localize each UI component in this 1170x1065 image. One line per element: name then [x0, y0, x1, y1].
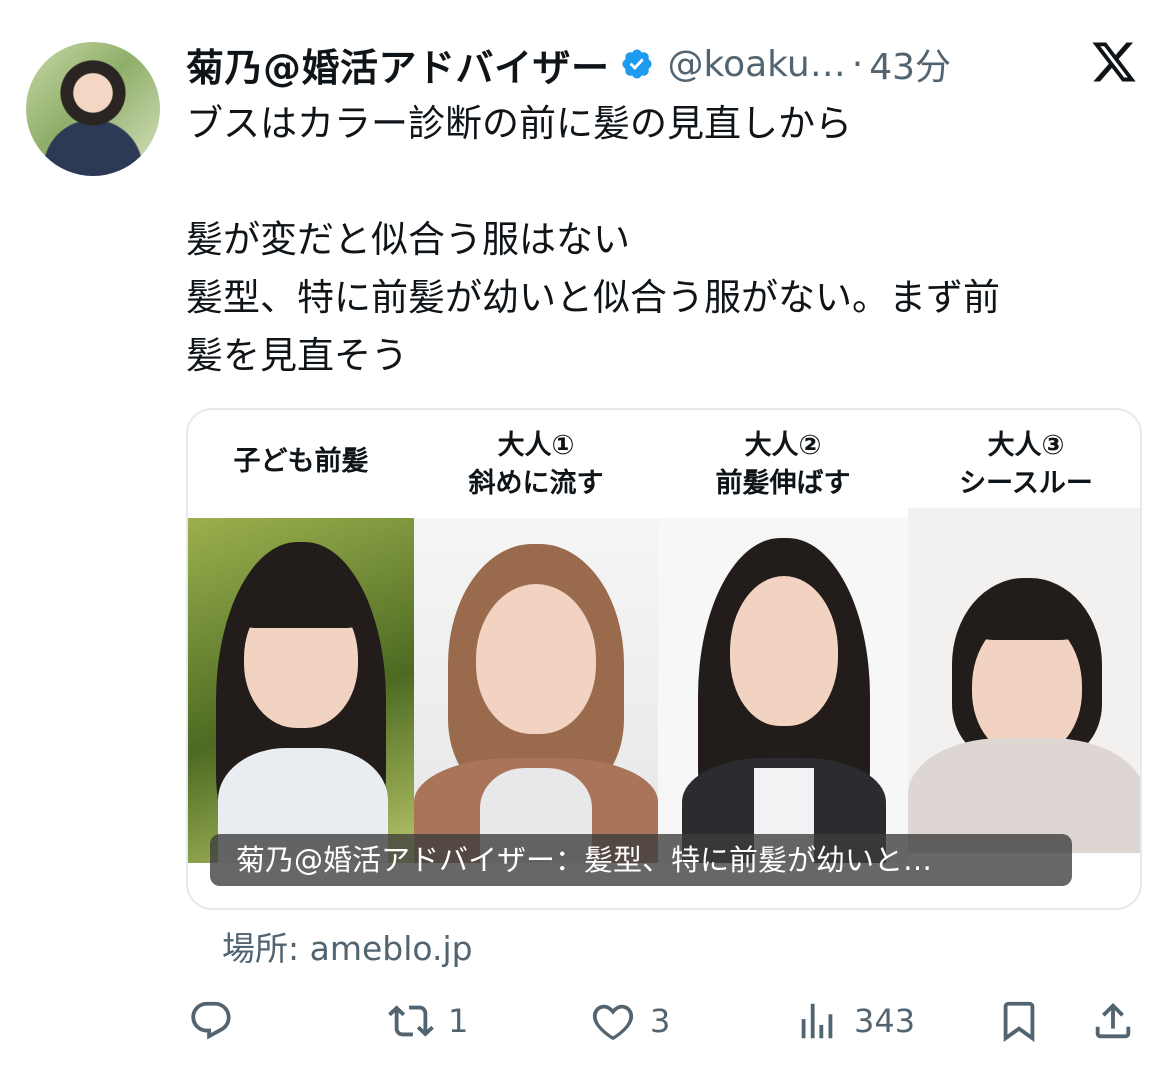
link-card[interactable]: 子ども前髪 大人① 斜めに流す 大人② 前髪伸ばす 大人③ シースルー 菊乃@婚… — [186, 408, 1142, 910]
column-label: 前髪伸ばす — [715, 468, 851, 499]
column-label: 斜めに流す — [468, 468, 604, 499]
views-icon — [801, 1003, 833, 1039]
views-count: 343 — [854, 1002, 916, 1040]
action-bar: 1 3 343 — [0, 990, 1170, 1052]
card-caption: 菊乃@婚活アドバイザー：髪型、特に前髪が幼いと… — [210, 834, 1072, 886]
column-label: シースルー — [959, 468, 1093, 499]
retweet-button[interactable]: 1 — [388, 990, 468, 1052]
photo-adult-3 — [908, 508, 1140, 853]
tweet-text-line: 髪を見直そう — [186, 334, 408, 377]
retweet-count: 1 — [448, 1002, 469, 1040]
column-label: 大人③ — [987, 430, 1065, 461]
handle[interactable]: @koaku… — [668, 44, 846, 85]
like-button[interactable]: 3 — [590, 990, 670, 1052]
bookmark-button[interactable] — [996, 990, 1042, 1052]
share-button[interactable] — [1090, 990, 1136, 1052]
column-label: 子ども前髪 — [233, 446, 369, 477]
column-label: 大人② — [744, 430, 822, 461]
card-source[interactable]: 場所: ameblo.jp — [222, 922, 473, 970]
tweet-text-line: 髪が変だと似合う服はない — [186, 218, 630, 261]
tweet-text: ブスはカラー診断の前に髪の見直しから 髪が変だと似合う服はない 髪型、特に前髪が… — [186, 95, 1126, 385]
tweet-text-line: ブスはカラー診断の前に髪の見直しから — [186, 102, 852, 145]
x-logo-icon[interactable] — [1088, 38, 1140, 86]
retweet-icon — [388, 1005, 434, 1037]
like-icon — [592, 1004, 634, 1041]
photo-adult-2 — [658, 518, 908, 863]
avatar[interactable] — [26, 42, 160, 176]
display-name[interactable]: 菊乃@婚活アドバイザー — [186, 37, 610, 92]
separator-dot: · — [851, 43, 864, 85]
verified-badge-icon — [621, 49, 652, 79]
views-button[interactable]: 343 — [794, 990, 915, 1052]
tweet-text-line: 髪型、特に前髪が幼いと似合う服がない。まず前 — [186, 276, 1000, 319]
like-count: 3 — [650, 1002, 671, 1040]
reply-icon — [191, 1001, 231, 1040]
timestamp[interactable]: 43分 — [869, 38, 951, 90]
tweet-header: 菊乃@婚活アドバイザー @koaku… · 43分 — [186, 38, 951, 90]
bookmark-icon — [1003, 1001, 1035, 1042]
photo-child — [188, 518, 414, 863]
reply-button[interactable] — [188, 990, 248, 1052]
share-icon — [1095, 1002, 1131, 1039]
column-label: 大人① — [497, 430, 575, 461]
photo-adult-1 — [414, 518, 658, 863]
